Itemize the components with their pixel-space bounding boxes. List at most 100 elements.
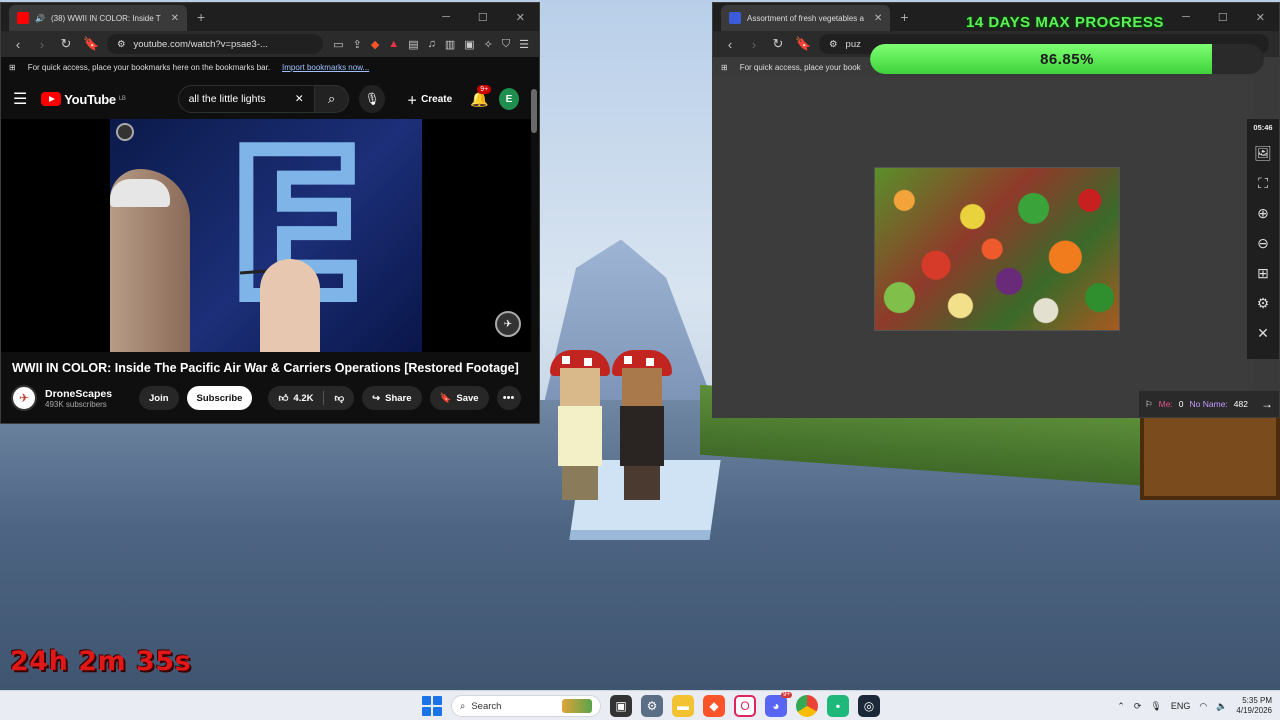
file-explorer-icon[interactable]: ▬ [672,695,694,717]
microphone-tray-icon[interactable]: 🎙 [1150,701,1161,712]
steam-icon[interactable]: ◎ [858,695,880,717]
brave-browser-icon[interactable]: ◆ [703,695,725,717]
minimize-icon[interactable]: ─ [1182,11,1190,24]
apps-grid-icon[interactable]: ⊞ [721,63,728,72]
back-icon[interactable]: ‹ [723,37,737,52]
browser-tab-youtube[interactable]: 🔊 (38) WWII IN COLOR: Inside T ✕ [9,5,188,31]
brave-rewards-icon[interactable]: ▲ [388,38,399,51]
window-controls: ─ ☐ ✕ [442,11,539,24]
dislike-button[interactable]: 👎︎ [324,386,354,410]
task-view-icon[interactable]: ▣ [610,695,632,717]
forward-icon[interactable]: › [747,37,761,52]
back-icon[interactable]: ‹ [11,37,25,52]
browser-tab-puzzle[interactable]: Assortment of fresh vegetables a ✕ [721,5,891,31]
plus-icon: ＋ [407,95,418,107]
brave-shields-icon[interactable]: ◆ [371,38,379,51]
address-bar[interactable]: ⚙ youtube.com/watch?v=psae3-... [107,34,324,54]
share-button[interactable]: ↪ Share [362,386,422,410]
puzzle-board[interactable] [713,77,1253,417]
bookmarks-prompt: For quick access, place your bookmarks h… [27,62,271,72]
save-button[interactable]: 🔖 Save [429,386,489,410]
sidebar-icon[interactable]: ▤ [408,38,418,51]
opera-icon[interactable]: O [734,695,756,717]
leo-ai-icon[interactable]: ✧ [484,38,493,51]
join-button[interactable]: Join [139,386,179,410]
account-avatar[interactable]: E [498,88,519,110]
forward-icon[interactable]: › [35,37,49,52]
new-tab-button[interactable]: + [197,9,205,25]
create-button[interactable]: ＋ Create [399,85,461,113]
arrow-right-icon[interactable]: → [1261,397,1273,411]
clock[interactable]: 5:35 PM 4/19/2026 [1236,696,1272,716]
terminal-app-icon[interactable]: ▪ [827,695,849,717]
import-bookmarks-link[interactable]: Import bookmarks now... [282,63,369,72]
preview-image-icon[interactable]: 🖼 [1254,144,1272,162]
subscribe-button[interactable]: Subscribe [186,386,253,410]
bookmark-icon[interactable]: 🔖 [83,36,99,52]
apps-grid-icon[interactable]: ⊞ [9,63,16,72]
zoom-out-icon[interactable]: ⊖ [1257,234,1269,252]
zoom-in-icon[interactable]: ⊕ [1257,204,1269,222]
channel-avatar[interactable]: ✈ [11,385,37,411]
reload-icon[interactable]: ↻ [59,36,73,52]
minimize-icon[interactable]: ─ [442,11,450,24]
sync-icon[interactable]: ⟳ [1134,701,1142,712]
youtube-logo[interactable]: YouTube LB [41,92,126,107]
windows-start-icon[interactable] [422,696,442,716]
channel-name[interactable]: DroneScapes [45,388,131,400]
tab-title: Assortment of fresh vegetables a [747,13,864,23]
bookmarks-bar: ⊞ For quick access, place your bookmarks… [1,57,539,77]
pieces-grid-icon[interactable]: ⊞ [1257,264,1269,282]
close-icon[interactable]: ✕ [1256,11,1265,24]
close-tab-icon[interactable]: ✕ [874,13,882,24]
maximize-icon[interactable]: ☐ [478,11,488,24]
vegetables-puzzle-image[interactable] [874,167,1120,331]
vpn-icon[interactable]: ⛉ [502,38,510,51]
taskbar: ⌕ Search ▣ ⚙ ▬ ◆ O ◕ 9+ ▪ ◎ ⌃ ⟳ 🎙 ENG ◠ … [0,690,1280,720]
taskbar-search[interactable]: ⌕ Search [451,695,601,717]
volume-icon[interactable]: 🔈 [1216,701,1227,712]
maximize-icon[interactable]: ☐ [1218,11,1228,24]
split-view-icon[interactable]: ▥ [445,38,455,51]
audio-icon: 🔊 [35,13,45,23]
system-tray: ⌃ ⟳ 🎙 ENG ◠ 🔈 5:35 PM 4/19/2026 [1117,691,1272,720]
close-puzzle-icon[interactable]: ✕ [1257,324,1269,342]
share-page-icon[interactable]: ⇪ [353,38,362,51]
cast-icon[interactable]: ▭ [333,38,343,51]
chrome-icon[interactable] [796,695,818,717]
thumbs-down-icon: 👎︎ [334,393,345,404]
close-tab-icon[interactable]: ✕ [171,13,179,24]
voice-search-button[interactable]: 🎙 [359,85,386,113]
close-icon[interactable]: ✕ [516,11,525,24]
like-button[interactable]: 👍︎ 4.2K [268,386,323,410]
bookmark-icon[interactable]: 🔖 [795,36,811,52]
site-info-icon[interactable]: ⚙ [829,39,838,50]
chevron-up-icon[interactable]: ⌃ [1117,701,1125,712]
wallet-icon[interactable]: ▣ [464,38,474,51]
discord-icon[interactable]: ◕ 9+ [765,692,792,717]
settings-icon[interactable]: ⚙ [1257,294,1270,312]
clear-search-icon[interactable]: ✕ [295,93,304,105]
media-icon[interactable]: ♫ [428,38,436,51]
site-info-icon[interactable]: ⚙ [117,39,126,50]
more-actions-icon[interactable]: ••• [496,386,521,410]
fullscreen-icon[interactable]: ⛶ [1258,174,1268,192]
youtube-search-input[interactable]: all the little lights ✕ [177,85,315,113]
settings-gear-icon[interactable]: ⚙ [641,695,663,717]
notifications-button[interactable]: 🔔 9+ [470,85,492,108]
new-tab-button[interactable]: + [900,9,908,25]
menu-icon[interactable]: ☰ [519,38,529,51]
reload-icon[interactable]: ↻ [771,36,785,52]
search-button[interactable]: ⌕ [314,85,350,113]
search-placeholder: Search [471,700,502,712]
page-scrollbar[interactable] [531,89,537,133]
wifi-icon[interactable]: ◠ [1199,701,1207,712]
language-indicator[interactable]: ENG [1171,701,1191,711]
like-count: 4.2K [293,392,314,404]
me-label: Me: [1158,399,1173,409]
video-player[interactable]: E ✈ [1,119,531,352]
taskbar-apps: ⌕ Search ▣ ⚙ ▬ ◆ O ◕ 9+ ▪ ◎ [422,691,880,720]
channel-watermark-corner-icon[interactable]: ✈ [495,311,521,337]
url-text: puz [845,38,861,50]
hamburger-menu-icon[interactable]: ☰ [13,89,31,109]
